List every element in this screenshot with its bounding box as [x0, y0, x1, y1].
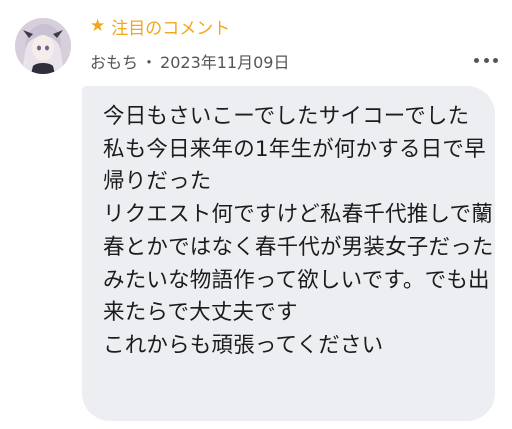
more-options-button[interactable]: [474, 52, 498, 68]
star-icon: ★: [90, 15, 106, 36]
avatar-illustration: [15, 18, 71, 74]
more-horizontal-icon: [474, 57, 479, 63]
avatar[interactable]: [15, 18, 71, 74]
more-horizontal-icon: [493, 57, 498, 63]
comment-date: 2023年11月09日: [160, 53, 290, 72]
meta-separator: ・: [141, 53, 158, 72]
comment-bubble: 今日もさいこーでしたサイコーでした 私も今日来年の1年生が何かする日で早帰りだっ…: [82, 86, 495, 421]
featured-label-text: 注目のコメント: [111, 18, 231, 39]
more-horizontal-icon: [483, 57, 489, 63]
comment-body: 今日もさいこーでしたサイコーでした 私も今日来年の1年生が何かする日で早帰りだっ…: [103, 104, 494, 358]
comment-meta: おもち ・ 2023年11月09日: [90, 49, 289, 73]
author-name[interactable]: おもち: [90, 49, 138, 73]
featured-comment-label: ★ 注目のコメント: [90, 12, 230, 40]
comment-card: ★ 注目のコメント おもち ・ 2023年11月09日 今日もさいこーでしたサイ…: [0, 0, 512, 429]
